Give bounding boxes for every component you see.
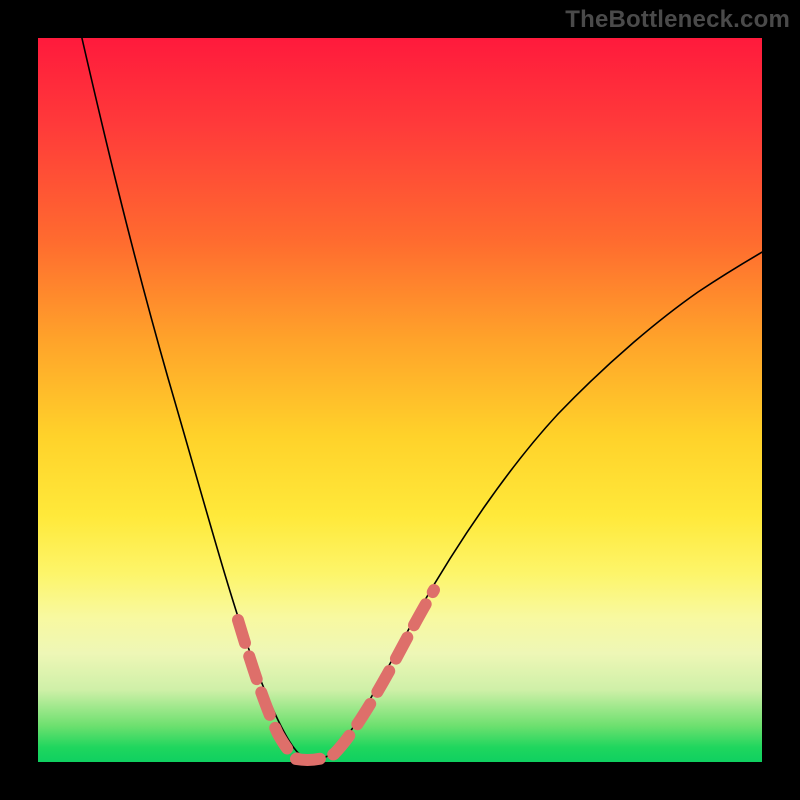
dash-right-arm <box>334 590 434 754</box>
bottleneck-curve <box>81 34 764 760</box>
dash-left-arm <box>238 620 298 759</box>
curve-svg <box>38 38 762 762</box>
chart-frame: TheBottleneck.com <box>0 0 800 800</box>
plot-area <box>38 38 762 762</box>
watermark-text: TheBottleneck.com <box>565 6 790 34</box>
